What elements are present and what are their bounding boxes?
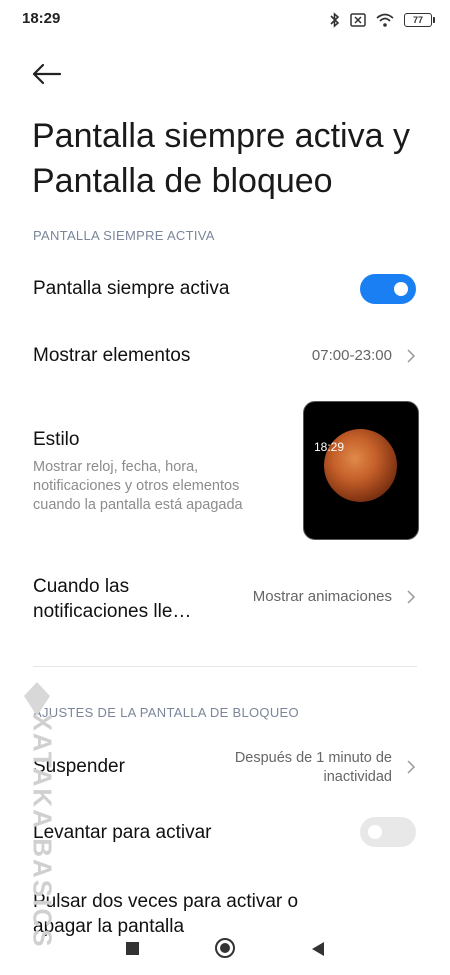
sim-off-icon [350,13,366,27]
style-label: Estilo [33,429,80,450]
toggle-knob [368,825,382,839]
sleep-value-line1: Después de 1 minuto de [234,750,392,766]
wifi-icon [376,13,394,27]
section-header-aod: PANTALLA SIEMPRE ACTIVA [33,228,215,243]
battery-icon: 77 [404,13,435,27]
show-items-value: 07:00-23:00 [311,347,392,364]
navigation-bar [0,923,450,975]
chevron-right-icon [407,590,416,604]
preview-clock: 18:29 [314,440,345,454]
chevron-right-icon [407,760,416,774]
always-on-toggle[interactable] [360,274,416,304]
page-title: Pantalla siempre activa y Pantalla de bl… [32,117,410,200]
notifications-value: Mostrar animaciones [252,588,392,605]
status-icons: 77 [330,10,435,30]
raise-to-wake-label: Levantar para activar [33,822,212,843]
show-items-label: Mostrar elementos [33,345,191,366]
nav-back-icon[interactable] [311,941,325,957]
notifications-label-line2: notificaciones lle… [33,601,192,622]
bluetooth-icon [330,12,340,28]
style-description: Mostrar reloj, fecha, hora, notificacion… [33,459,243,513]
recents-button[interactable] [126,942,139,955]
chevron-right-icon [407,349,416,363]
status-bar: 18:29 77 [0,0,450,40]
toggle-knob [394,282,408,296]
sleep-value-line2: inactividad [323,769,392,785]
status-time: 18:29 [22,10,61,27]
notifications-label: Cuando las notificaciones lle… [33,574,191,624]
divider [33,666,417,667]
style-preview[interactable]: 18:29 [303,401,419,540]
home-button[interactable] [215,938,235,958]
back-arrow-icon[interactable] [30,58,66,90]
always-on-label: Pantalla siempre activa [33,278,230,299]
watermark-text: XATAKA BASICS [27,713,58,949]
raise-to-wake-toggle[interactable] [360,817,416,847]
notifications-label-line1: Cuando las [33,576,130,597]
sleep-value: Después de 1 minuto de inactividad [235,749,392,787]
section-header-lock: AJUSTES DE LA PANTALLA DE BLOQUEO [33,705,299,720]
double-tap-label-line1: Pulsar dos veces para activar o [33,891,299,912]
